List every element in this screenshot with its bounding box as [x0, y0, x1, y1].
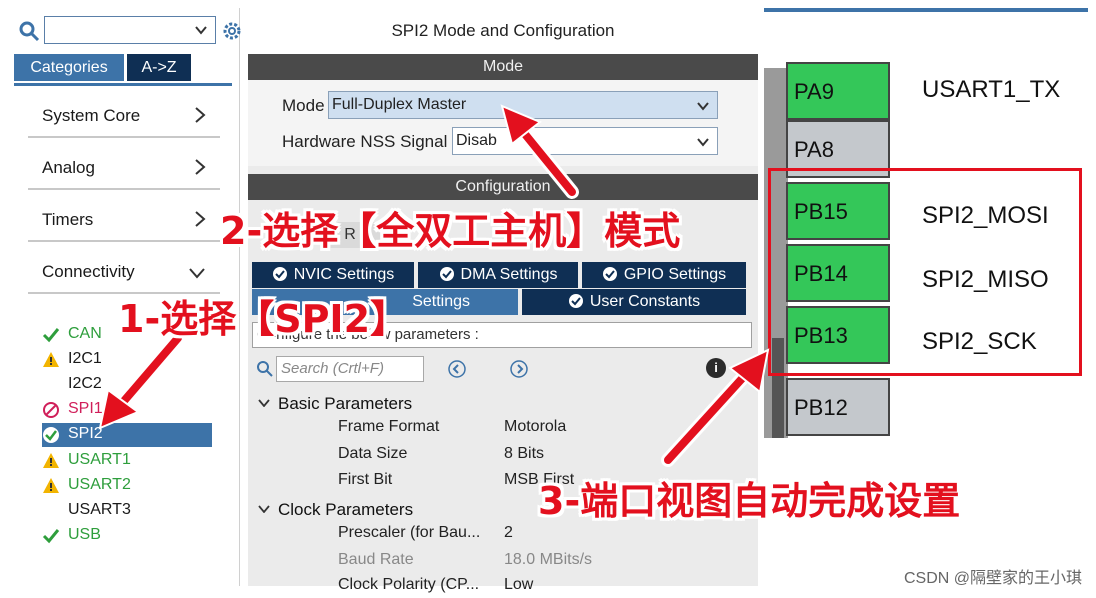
param-name-data-size: Data Size: [338, 445, 408, 462]
search-icon[interactable]: [256, 360, 274, 383]
param-name-frame-format: Frame Format: [338, 418, 440, 435]
peripheral-label: I2C1: [68, 350, 102, 367]
chevron-right-icon: [194, 210, 206, 233]
param-value-data-size[interactable]: 8 Bits: [504, 445, 544, 463]
param-value-clock-polarity[interactable]: Low: [504, 576, 533, 594]
peripheral-spi1[interactable]: SPI1: [42, 398, 212, 422]
category-analog[interactable]: Analog: [28, 146, 220, 190]
chevron-down-icon[interactable]: [695, 133, 711, 154]
tab-dma-settings[interactable]: DMA Settings: [418, 262, 578, 288]
category-label: Connectivity: [42, 262, 135, 281]
disabled-icon: [42, 401, 60, 419]
pin-signal-pa9: USART1_TX: [922, 76, 1061, 103]
parameter-search-input[interactable]: Search (Crtl+F): [276, 356, 424, 382]
param-value-prescaler[interactable]: 2: [504, 524, 513, 542]
next-icon[interactable]: [510, 360, 528, 378]
chevron-down-icon[interactable]: [695, 97, 711, 118]
peripheral-i2c2[interactable]: I2C2: [42, 373, 212, 397]
tab-user-constants[interactable]: User Constants: [522, 289, 746, 315]
warning-icon: [42, 477, 60, 495]
peripheral-spi2[interactable]: SPI2: [42, 423, 212, 447]
mode-label: Mode: [282, 96, 325, 115]
chevron-down-icon: [258, 498, 270, 518]
tab-label: DMA Settings: [460, 266, 558, 283]
group-clock-parameters[interactable]: Clock Parameters: [258, 498, 413, 520]
chevron-down-icon: [258, 392, 270, 412]
group-label: Clock Parameters: [278, 500, 414, 519]
pin-pb12[interactable]: PB12: [786, 378, 890, 436]
nss-select-value: Disab: [456, 132, 497, 149]
mode-select-value: Full-Duplex Master: [332, 96, 467, 113]
tab-categories[interactable]: Categories: [14, 54, 124, 81]
check-circle-icon: [602, 265, 618, 291]
param-name-prescaler: Prescaler (for Bau...: [338, 524, 481, 541]
tab-label: User Constants: [589, 293, 701, 310]
tab-label: Settings: [412, 293, 470, 310]
peripheral-label: CAN: [68, 325, 102, 342]
warning-icon: [42, 452, 60, 470]
mode-select[interactable]: Full-Duplex Master: [328, 91, 718, 119]
param-name-baud-rate: Baud Rate: [338, 551, 414, 568]
peripheral-label: I2C2: [68, 375, 102, 392]
category-label: System Core: [42, 106, 141, 125]
annotation-step2: 2-选择【全双工主机】模式: [220, 209, 681, 253]
mode-section-header[interactable]: Mode: [248, 54, 758, 80]
param-name-first-bit: First Bit: [338, 471, 393, 488]
category-label: Timers: [42, 210, 94, 229]
previous-icon[interactable]: [448, 360, 466, 378]
tab-label: NVIC Settings: [293, 266, 395, 283]
annotation-step3: 3-端口视图自动完成设置: [538, 479, 961, 523]
annotation-step1: 1-选择【SPI2】: [118, 297, 409, 341]
chevron-right-icon: [194, 106, 206, 129]
peripheral-usb[interactable]: USB: [42, 524, 212, 548]
tab-label: GPIO Settings: [623, 266, 727, 283]
search-icon[interactable]: [18, 20, 40, 42]
chevron-right-icon: [194, 158, 206, 181]
warning-icon: [42, 351, 60, 369]
peripheral-label: USART2: [68, 476, 131, 493]
check-circle-icon: [568, 292, 584, 318]
peripheral-usart2[interactable]: USART2: [42, 474, 212, 498]
tab-a-z[interactable]: A->Z: [127, 54, 191, 81]
category-system-core[interactable]: System Core: [28, 94, 220, 138]
pin-pa9[interactable]: PA9: [786, 62, 890, 120]
chevron-down-icon: [188, 266, 206, 284]
tab-gpio-settings[interactable]: GPIO Settings: [582, 262, 746, 288]
gear-icon[interactable]: [220, 19, 244, 48]
tab-nvic-settings[interactable]: NVIC Settings: [252, 262, 414, 288]
peripheral-i2c1[interactable]: I2C1: [42, 348, 212, 372]
param-value-baud-rate: 18.0 MBits/s: [504, 551, 593, 568]
spi2-pins-highlight-box: [768, 168, 1082, 376]
search-combo[interactable]: [44, 16, 216, 44]
group-label: Basic Parameters: [278, 394, 413, 413]
panel-title: SPI2 Mode and Configuration: [248, 8, 758, 54]
param-name-clock-polarity: Clock Polarity (CP...: [338, 576, 480, 593]
check-circle-icon: [439, 265, 455, 291]
check-circle-icon: [42, 426, 60, 444]
nss-select[interactable]: Disab: [452, 127, 718, 155]
peripheral-label: SPI1: [68, 400, 103, 417]
watermark: CSDN @隔壁家的王小琪: [903, 570, 1082, 587]
pinout-header-area: [764, 12, 1088, 68]
info-icon[interactable]: i: [706, 358, 726, 378]
peripheral-label: USART3: [68, 501, 131, 518]
config-section-header[interactable]: Configuration: [248, 174, 758, 200]
nss-label: Hardware NSS Signal: [282, 132, 448, 151]
group-basic-parameters[interactable]: Basic Parameters: [258, 392, 412, 414]
peripheral-label: SPI2: [68, 425, 103, 442]
peripheral-usart3[interactable]: USART3: [42, 499, 212, 523]
peripheral-label: USB: [68, 526, 101, 543]
check-icon: [42, 326, 60, 344]
peripheral-label: USART1: [68, 451, 131, 468]
chevron-down-icon[interactable]: [193, 22, 209, 43]
category-timers[interactable]: Timers: [28, 198, 220, 242]
peripheral-usart1[interactable]: USART1: [42, 449, 212, 473]
check-icon: [42, 527, 60, 545]
param-value-frame-format[interactable]: Motorola: [504, 418, 566, 436]
tab-underline: [14, 83, 232, 86]
category-label: Analog: [42, 158, 95, 177]
